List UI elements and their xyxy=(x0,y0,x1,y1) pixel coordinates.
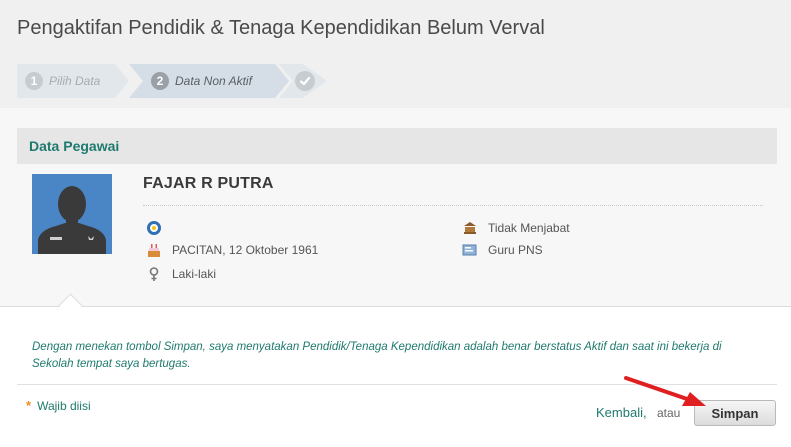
section-title: Data Pegawai xyxy=(29,138,120,154)
page-header: Pengaktifan Pendidik & Tenaga Kependidik… xyxy=(0,0,791,109)
position-icon xyxy=(462,220,478,236)
confirmation-statement: Dengan menekan tombol Simpan, saya menya… xyxy=(32,341,722,370)
annotation-arrow-icon xyxy=(624,376,706,406)
id-card-icon xyxy=(462,242,478,258)
person-silhouette-icon xyxy=(32,174,112,254)
check-icon xyxy=(295,71,315,91)
wizard-step-1[interactable]: 1 Pilih Data xyxy=(17,64,129,98)
step-number: 2 xyxy=(151,72,169,90)
employee-name: FAJAR R PUTRA xyxy=(143,175,274,192)
employee-panel: Data Pegawai FAJAR R PUTRA PACITAN, 12 O… xyxy=(0,108,791,307)
divider xyxy=(143,205,763,206)
birth-place-date: PACITAN, 12 Oktober 1961 xyxy=(172,243,319,257)
required-label: Wajib diisi xyxy=(37,399,91,413)
info-row-gender: Laki-laki xyxy=(146,266,216,282)
info-row-position: Tidak Menjabat xyxy=(462,220,570,236)
employment-type: Guru PNS xyxy=(488,243,543,257)
page-title: Pengaktifan Pendidik & Tenaga Kependidik… xyxy=(17,17,545,39)
gender-icon xyxy=(146,266,162,282)
info-row-employment: Guru PNS xyxy=(462,242,543,258)
position: Tidak Menjabat xyxy=(488,221,570,235)
required-star: * xyxy=(26,398,32,413)
gender: Laki-laki xyxy=(172,267,217,281)
step-label: Pilih Data xyxy=(49,74,101,88)
required-note: * Wajib diisi xyxy=(26,398,91,413)
section-header: Data Pegawai xyxy=(17,128,777,164)
avatar xyxy=(32,174,112,254)
info-row-institution xyxy=(146,220,172,236)
step-number: 1 xyxy=(25,72,43,90)
step-label: Data Non Aktif xyxy=(175,74,252,88)
wizard-step-2[interactable]: 2 Data Non Aktif xyxy=(129,64,289,98)
info-row-birth: PACITAN, 12 Oktober 1961 xyxy=(146,242,318,258)
birthday-cake-icon xyxy=(146,242,162,258)
wizard-steps: 1 Pilih Data 2 Data Non Aktif xyxy=(17,64,327,98)
tut-wuri-logo-icon xyxy=(146,220,162,236)
